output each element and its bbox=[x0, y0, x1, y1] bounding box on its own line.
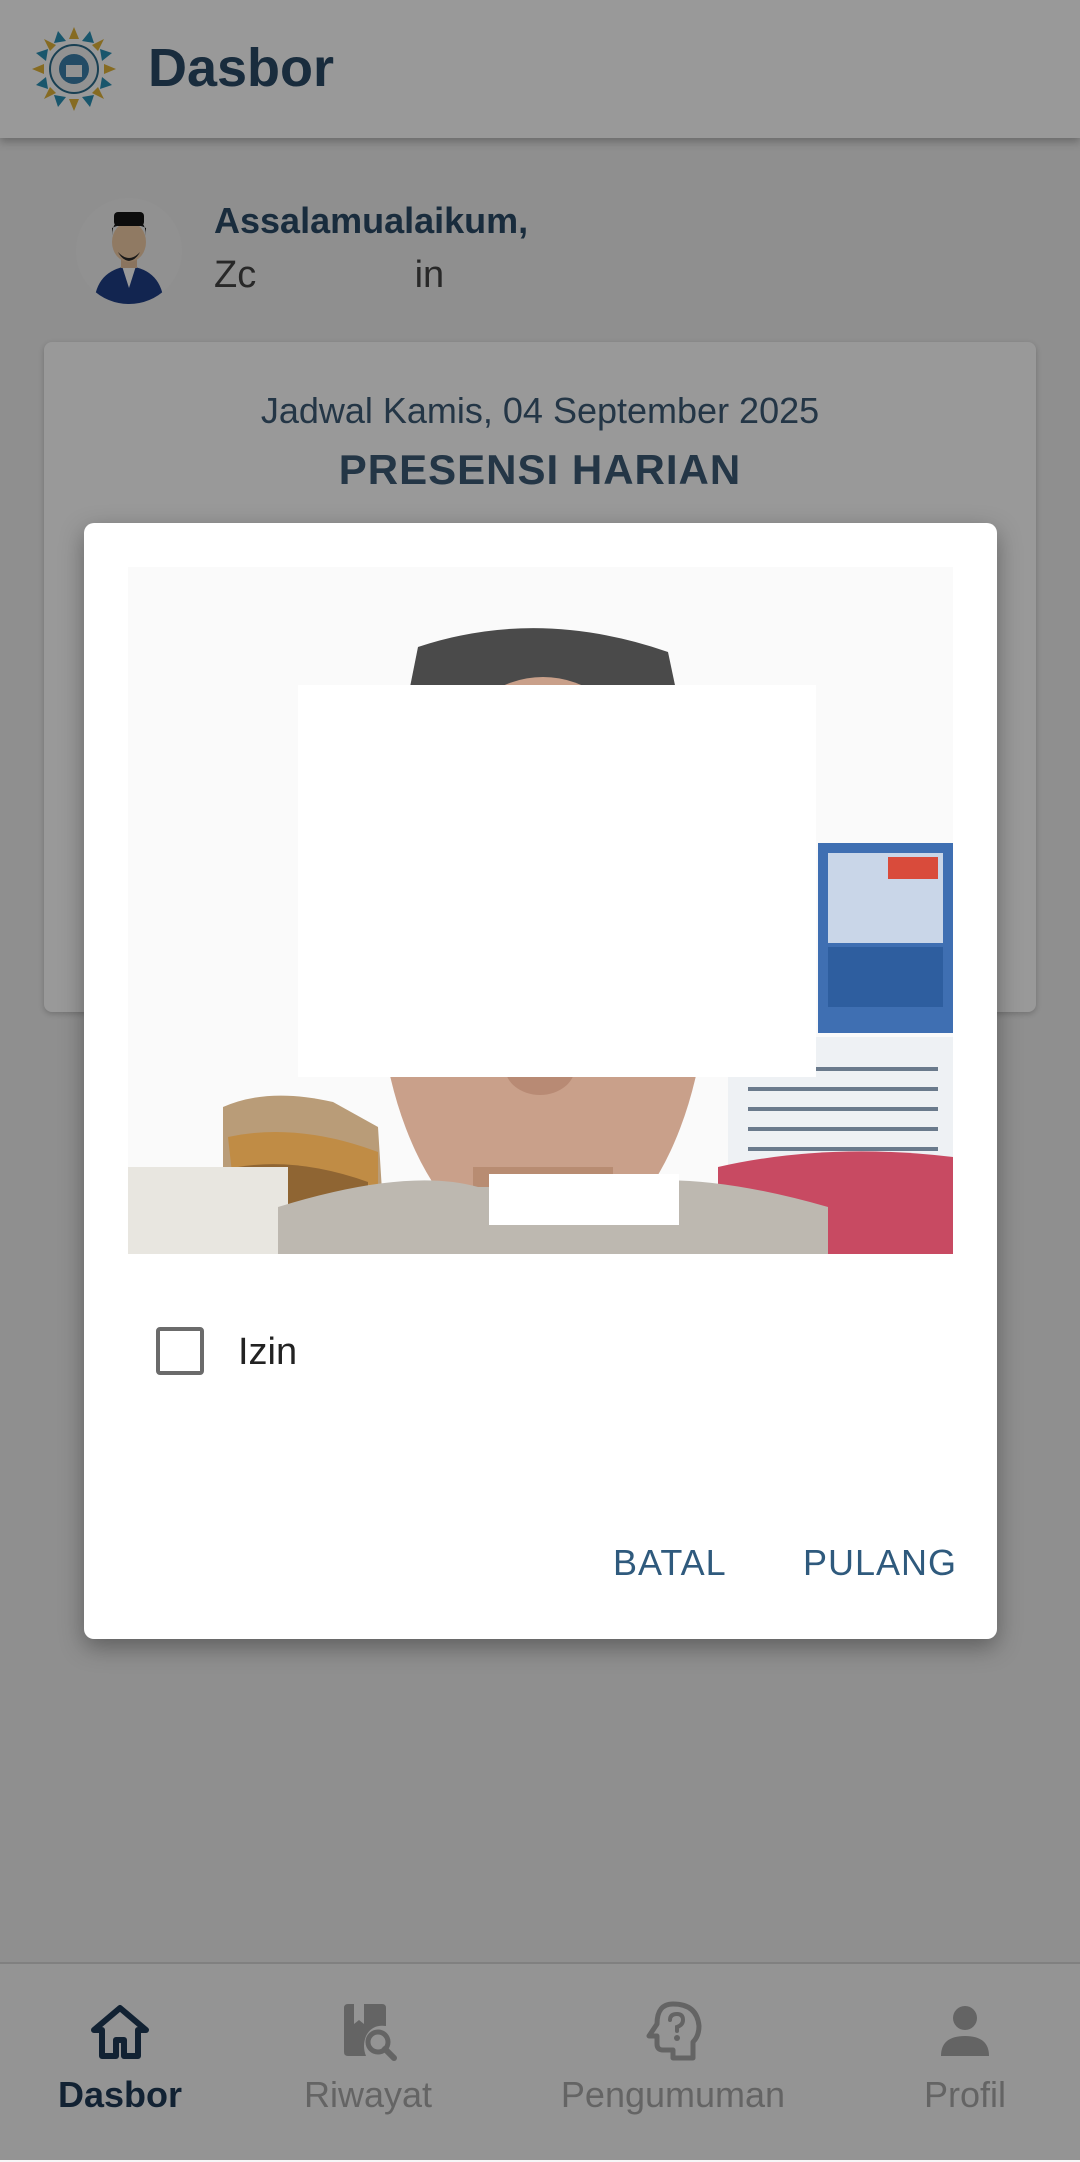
izin-checkbox-label[interactable]: Izin bbox=[238, 1331, 297, 1374]
cancel-button[interactable]: BATAL bbox=[613, 1542, 727, 1584]
selfie-photo bbox=[128, 567, 953, 1254]
pulang-button[interactable]: PULANG bbox=[803, 1542, 957, 1584]
attendance-dialog: Izin BATAL PULANG bbox=[84, 523, 997, 1639]
selfie-photo-image bbox=[128, 567, 953, 1254]
izin-checkbox[interactable] bbox=[156, 1327, 204, 1375]
